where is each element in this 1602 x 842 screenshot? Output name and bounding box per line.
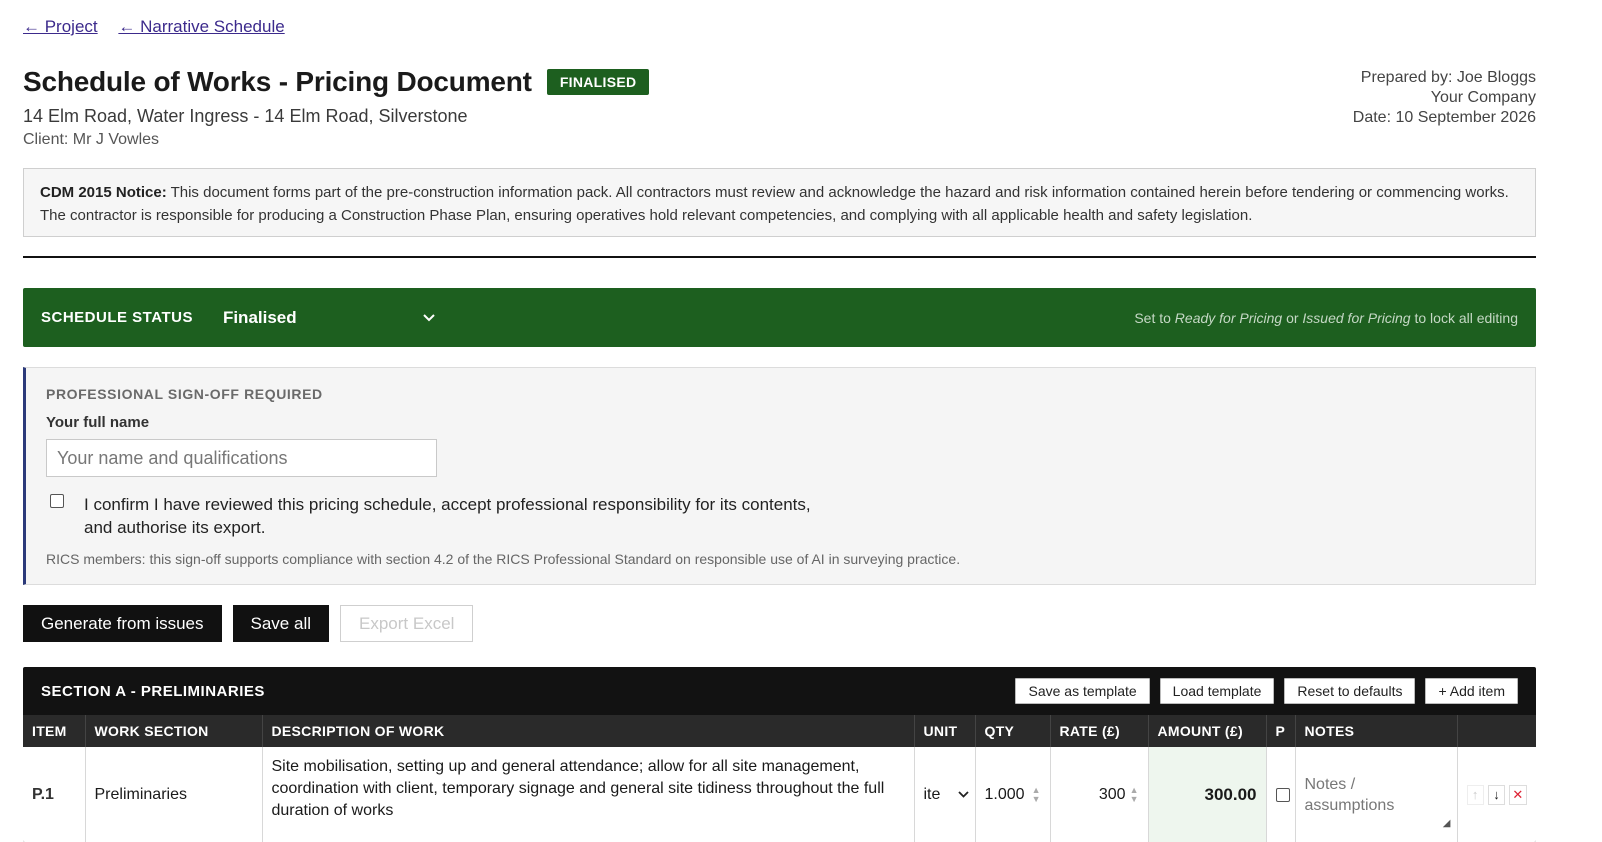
save-all-button[interactable]: Save all bbox=[232, 605, 329, 642]
notes-textarea[interactable]: Notes / assumptions ◢ bbox=[1295, 747, 1458, 842]
qty-value: 1.000 bbox=[984, 785, 1025, 803]
schedule-status-label: SCHEDULE STATUS bbox=[41, 309, 193, 326]
section-header: SECTION A - PRELIMINARIES Save as templa… bbox=[23, 667, 1536, 715]
schedule-table: ITEM WORK SECTION DESCRIPTION OF WORK UN… bbox=[23, 715, 1536, 842]
table-row: P.1 Preliminaries Site mobilisation, set… bbox=[23, 747, 1536, 842]
move-down-icon[interactable]: ↓ bbox=[1487, 784, 1506, 805]
chevron-down-icon bbox=[423, 313, 435, 321]
col-qty: QTY bbox=[975, 715, 1051, 747]
professional-signoff-panel: PROFESSIONAL SIGN-OFF REQUIRED Your full… bbox=[23, 367, 1536, 585]
divider bbox=[23, 256, 1536, 258]
row-actions-cell: ↑ ↓ ✕ bbox=[1457, 747, 1536, 842]
client-name: Client: Mr J Vowles bbox=[23, 131, 160, 148]
unit-value: ite bbox=[923, 785, 941, 803]
col-description: DESCRIPTION OF WORK bbox=[262, 715, 915, 747]
page-title: Schedule of Works - Pricing Document bbox=[23, 66, 532, 97]
col-row-actions bbox=[1457, 715, 1536, 747]
action-buttons: Generate from issues Save all Export Exc… bbox=[23, 605, 474, 642]
back-to-project-link[interactable]: ← Project bbox=[23, 17, 98, 36]
notes-placeholder: Notes / assumptions bbox=[1304, 775, 1395, 814]
reset-to-defaults-button[interactable]: Reset to defaults bbox=[1284, 678, 1416, 704]
add-item-button[interactable]: + Add item bbox=[1425, 678, 1518, 704]
item-code: P.1 bbox=[23, 747, 86, 842]
amount-value: 300.00 bbox=[1148, 747, 1267, 842]
confirm-checkbox[interactable] bbox=[50, 494, 64, 508]
back-to-narrative-schedule-link[interactable]: ← Narrative Schedule bbox=[118, 17, 284, 36]
section-actions: Save as template Load template Reset to … bbox=[1005, 678, 1518, 704]
p-cell bbox=[1266, 747, 1296, 842]
qty-stepper-icon[interactable]: ▲ ▼ bbox=[1032, 785, 1041, 804]
rate-value: 300 bbox=[1098, 785, 1126, 803]
col-item: ITEM bbox=[23, 715, 86, 747]
description-textarea[interactable]: Site mobilisation, setting up and genera… bbox=[262, 747, 915, 842]
resize-grip-icon[interactable]: ◢ bbox=[1443, 813, 1451, 834]
col-p: P bbox=[1266, 715, 1296, 747]
qty-input[interactable]: 1.000 ▲ ▼ bbox=[975, 747, 1051, 842]
chevron-down-icon bbox=[957, 791, 969, 798]
project-subtitle: 14 Elm Road, Water Ingress - 14 Elm Road… bbox=[23, 106, 468, 126]
col-unit: UNIT bbox=[914, 715, 976, 747]
p-checkbox[interactable] bbox=[1275, 787, 1290, 802]
col-amount: AMOUNT (£) bbox=[1148, 715, 1267, 747]
export-excel-button[interactable]: Export Excel bbox=[340, 605, 474, 642]
title-row: Schedule of Works - Pricing Document FIN… bbox=[23, 66, 650, 98]
signoff-title: PROFESSIONAL SIGN-OFF REQUIRED bbox=[46, 386, 323, 402]
full-name-label: Your full name bbox=[46, 414, 150, 431]
schedule-status-select[interactable]: Finalised bbox=[223, 308, 435, 328]
col-notes: NOTES bbox=[1295, 715, 1458, 747]
rics-note: RICS members: this sign-off supports com… bbox=[46, 551, 961, 567]
prepared-by-block: Prepared by: Joe Bloggs Your Company Dat… bbox=[1353, 68, 1536, 128]
schedule-status-bar: SCHEDULE STATUS Finalised Set to Ready f… bbox=[23, 288, 1536, 347]
work-section-cell[interactable]: Preliminaries bbox=[85, 747, 263, 842]
full-name-input[interactable] bbox=[46, 439, 437, 477]
unit-select[interactable]: ite bbox=[914, 747, 976, 842]
cdm-notice-text: This document forms part of the pre-cons… bbox=[40, 184, 1509, 224]
status-lock-hint: Set to Ready for Pricing or Issued for P… bbox=[1134, 309, 1518, 326]
col-work-section: WORK SECTION bbox=[85, 715, 263, 747]
confirm-row: I confirm I have reviewed this pricing s… bbox=[46, 493, 1515, 539]
table-header-row: ITEM WORK SECTION DESCRIPTION OF WORK UN… bbox=[23, 715, 1536, 747]
status-badge: FINALISED bbox=[546, 69, 650, 95]
section-a-preliminaries: SECTION A - PRELIMINARIES Save as templa… bbox=[23, 667, 1536, 842]
cdm-notice-label: CDM 2015 Notice: bbox=[40, 184, 167, 201]
load-template-button[interactable]: Load template bbox=[1159, 678, 1275, 704]
move-up-icon[interactable]: ↑ bbox=[1466, 784, 1484, 805]
save-as-template-button[interactable]: Save as template bbox=[1015, 678, 1150, 704]
delete-row-icon[interactable]: ✕ bbox=[1509, 784, 1527, 805]
rate-stepper-icon[interactable]: ▲ ▼ bbox=[1130, 785, 1139, 804]
rate-input[interactable]: 300 ▲ ▼ bbox=[1050, 747, 1149, 842]
cdm-notice: CDM 2015 Notice: This document forms par… bbox=[23, 168, 1536, 237]
col-rate: RATE (£) bbox=[1050, 715, 1149, 747]
generate-from-issues-button[interactable]: Generate from issues bbox=[23, 605, 222, 642]
document-date: Date: 10 September 2026 bbox=[1352, 109, 1536, 126]
prepared-by: Prepared by: Joe Bloggs bbox=[1360, 69, 1536, 86]
confirm-label: I confirm I have reviewed this pricing s… bbox=[84, 495, 811, 537]
schedule-status-value: Finalised bbox=[222, 307, 297, 327]
company-name: Your Company bbox=[1430, 89, 1536, 106]
section-title: SECTION A - PRELIMINARIES bbox=[41, 682, 265, 700]
breadcrumb: ← Project ← Narrative Schedule bbox=[23, 17, 301, 37]
